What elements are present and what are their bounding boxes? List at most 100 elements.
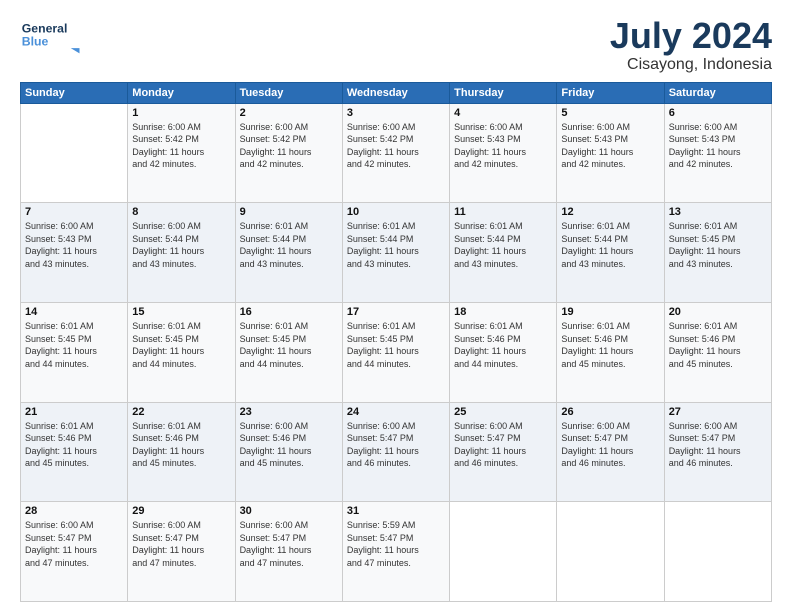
day-number: 5 (561, 107, 659, 119)
day-number: 23 (240, 406, 338, 418)
day-info: Sunrise: 6:00 AMSunset: 5:47 PMDaylight:… (25, 519, 123, 569)
calendar-cell (557, 502, 664, 602)
calendar-week-4: 21 Sunrise: 6:01 AMSunset: 5:46 PMDayligh… (21, 402, 772, 502)
day-info: Sunrise: 6:00 AMSunset: 5:43 PMDaylight:… (561, 121, 659, 171)
day-number: 4 (454, 107, 552, 119)
calendar-body: 1 Sunrise: 6:00 AMSunset: 5:42 PMDaylight… (21, 103, 772, 601)
header: General Blue July 2024 Cisayong, Indones… (20, 16, 772, 74)
calendar-cell: 12 Sunrise: 6:01 AMSunset: 5:44 PMDayligh… (557, 203, 664, 303)
day-number: 31 (347, 505, 445, 517)
day-info: Sunrise: 6:01 AMSunset: 5:45 PMDaylight:… (132, 320, 230, 370)
day-number: 21 (25, 406, 123, 418)
day-info: Sunrise: 6:01 AMSunset: 5:46 PMDaylight:… (454, 320, 552, 370)
day-number: 15 (132, 306, 230, 318)
calendar-cell: 26Sunrise: 6:00 AMSunset: 5:47 PMDayligh… (557, 402, 664, 502)
logo-svg: General Blue (20, 16, 90, 54)
day-number: 7 (25, 206, 123, 218)
calendar-cell: 17Sunrise: 6:01 AMSunset: 5:45 PMDayligh… (342, 302, 449, 402)
day-info: Sunrise: 6:01 AMSunset: 5:45 PMDaylight:… (669, 220, 767, 270)
page: General Blue July 2024 Cisayong, Indones… (0, 0, 792, 612)
day-info: Sunrise: 6:00 AMSunset: 5:46 PMDaylight:… (240, 420, 338, 470)
day-info: Sunrise: 6:00 AMSunset: 5:47 PMDaylight:… (347, 420, 445, 470)
calendar-cell: 15 Sunrise: 6:01 AMSunset: 5:45 PMDayligh… (128, 302, 235, 402)
calendar-cell: 16 Sunrise: 6:01 AMSunset: 5:45 PMDayligh… (235, 302, 342, 402)
calendar-cell: 2 Sunrise: 6:00 AMSunset: 5:42 PMDaylight… (235, 103, 342, 203)
day-info: Sunrise: 6:01 AMSunset: 5:44 PMDaylight:… (240, 220, 338, 270)
day-number: 24 (347, 406, 445, 418)
calendar-cell: 14 Sunrise: 6:01 AMSunset: 5:45 PMDayligh… (21, 302, 128, 402)
header-thursday: Thursday (450, 82, 557, 103)
calendar-week-3: 14 Sunrise: 6:01 AMSunset: 5:45 PMDayligh… (21, 302, 772, 402)
day-number: 28 (25, 505, 123, 517)
day-number: 29 (132, 505, 230, 517)
day-number: 6 (669, 107, 767, 119)
month-title: July 2024 (610, 16, 772, 56)
calendar-cell: 22Sunrise: 6:01 AMSunset: 5:46 PMDayligh… (128, 402, 235, 502)
calendar-cell: 1 Sunrise: 6:00 AMSunset: 5:42 PMDaylight… (128, 103, 235, 203)
svg-text:Blue: Blue (22, 35, 49, 49)
calendar-cell: 19 Sunrise: 6:01 AMSunset: 5:46 PMDayligh… (557, 302, 664, 402)
day-number: 30 (240, 505, 338, 517)
day-info: Sunrise: 6:00 AMSunset: 5:42 PMDaylight:… (240, 121, 338, 171)
day-info: Sunrise: 6:00 AMSunset: 5:43 PMDaylight:… (454, 121, 552, 171)
day-number: 8 (132, 206, 230, 218)
header-monday: Monday (128, 82, 235, 103)
day-info: Sunrise: 6:00 AMSunset: 5:42 PMDaylight:… (132, 121, 230, 171)
title-block: July 2024 Cisayong, Indonesia (610, 16, 772, 74)
day-number: 10 (347, 206, 445, 218)
day-info: Sunrise: 6:00 AMSunset: 5:47 PMDaylight:… (669, 420, 767, 470)
calendar-cell: 5 Sunrise: 6:00 AMSunset: 5:43 PMDaylight… (557, 103, 664, 203)
day-info: Sunrise: 6:00 AMSunset: 5:47 PMDaylight:… (240, 519, 338, 569)
day-number: 13 (669, 206, 767, 218)
calendar-week-1: 1 Sunrise: 6:00 AMSunset: 5:42 PMDaylight… (21, 103, 772, 203)
day-info: Sunrise: 6:00 AMSunset: 5:47 PMDaylight:… (561, 420, 659, 470)
header-friday: Friday (557, 82, 664, 103)
day-info: Sunrise: 6:00 AMSunset: 5:47 PMDaylight:… (132, 519, 230, 569)
day-number: 25 (454, 406, 552, 418)
header-tuesday: Tuesday (235, 82, 342, 103)
weekday-row: Sunday Monday Tuesday Wednesday Thursday… (21, 82, 772, 103)
calendar-cell: 6Sunrise: 6:00 AMSunset: 5:43 PMDaylight… (664, 103, 771, 203)
day-info: Sunrise: 6:01 AMSunset: 5:45 PMDaylight:… (25, 320, 123, 370)
day-info: Sunrise: 6:00 AMSunset: 5:44 PMDaylight:… (132, 220, 230, 270)
day-number: 12 (561, 206, 659, 218)
header-sunday: Sunday (21, 82, 128, 103)
calendar-cell: 28 Sunrise: 6:00 AMSunset: 5:47 PMDayligh… (21, 502, 128, 602)
day-number: 2 (240, 107, 338, 119)
calendar-cell: 21Sunrise: 6:01 AMSunset: 5:46 PMDayligh… (21, 402, 128, 502)
calendar-cell: 30 Sunrise: 6:00 AMSunset: 5:47 PMDayligh… (235, 502, 342, 602)
day-info: Sunrise: 6:01 AMSunset: 5:45 PMDaylight:… (347, 320, 445, 370)
day-number: 16 (240, 306, 338, 318)
day-info: Sunrise: 6:00 AMSunset: 5:43 PMDaylight:… (25, 220, 123, 270)
calendar-week-2: 7 Sunrise: 6:00 AMSunset: 5:43 PMDaylight… (21, 203, 772, 303)
calendar-cell: 10 Sunrise: 6:01 AMSunset: 5:44 PMDayligh… (342, 203, 449, 303)
calendar-cell: 9Sunrise: 6:01 AMSunset: 5:44 PMDaylight… (235, 203, 342, 303)
day-info: Sunrise: 6:01 AMSunset: 5:46 PMDaylight:… (669, 320, 767, 370)
day-info: Sunrise: 6:01 AMSunset: 5:46 PMDaylight:… (132, 420, 230, 470)
day-info: Sunrise: 6:01 AMSunset: 5:46 PMDaylight:… (561, 320, 659, 370)
day-number: 1 (132, 107, 230, 119)
calendar-cell: 23 Sunrise: 6:00 AMSunset: 5:46 PMDayligh… (235, 402, 342, 502)
calendar-cell: 29 Sunrise: 6:00 AMSunset: 5:47 PMDayligh… (128, 502, 235, 602)
day-number: 19 (561, 306, 659, 318)
calendar-cell: 27Sunrise: 6:00 AMSunset: 5:47 PMDayligh… (664, 402, 771, 502)
calendar-cell: 11Sunrise: 6:01 AMSunset: 5:44 PMDayligh… (450, 203, 557, 303)
day-info: Sunrise: 6:00 AMSunset: 5:42 PMDaylight:… (347, 121, 445, 171)
header-wednesday: Wednesday (342, 82, 449, 103)
day-number: 3 (347, 107, 445, 119)
day-info: Sunrise: 6:01 AMSunset: 5:44 PMDaylight:… (347, 220, 445, 270)
day-info: Sunrise: 6:01 AMSunset: 5:45 PMDaylight:… (240, 320, 338, 370)
day-number: 14 (25, 306, 123, 318)
calendar-cell: 18Sunrise: 6:01 AMSunset: 5:46 PMDayligh… (450, 302, 557, 402)
calendar-cell (664, 502, 771, 602)
header-saturday: Saturday (664, 82, 771, 103)
calendar-cell: 31 Sunrise: 5:59 AMSunset: 5:47 PMDayligh… (342, 502, 449, 602)
day-info: Sunrise: 5:59 AMSunset: 5:47 PMDaylight:… (347, 519, 445, 569)
calendar-table: Sunday Monday Tuesday Wednesday Thursday… (20, 82, 772, 602)
day-info: Sunrise: 6:01 AMSunset: 5:44 PMDaylight:… (561, 220, 659, 270)
calendar-cell: 7 Sunrise: 6:00 AMSunset: 5:43 PMDaylight… (21, 203, 128, 303)
calendar-week-5: 28 Sunrise: 6:00 AMSunset: 5:47 PMDayligh… (21, 502, 772, 602)
calendar-cell: 24 Sunrise: 6:00 AMSunset: 5:47 PMDayligh… (342, 402, 449, 502)
calendar-cell: 25Sunrise: 6:00 AMSunset: 5:47 PMDayligh… (450, 402, 557, 502)
calendar-cell: 8 Sunrise: 6:00 AMSunset: 5:44 PMDaylight… (128, 203, 235, 303)
